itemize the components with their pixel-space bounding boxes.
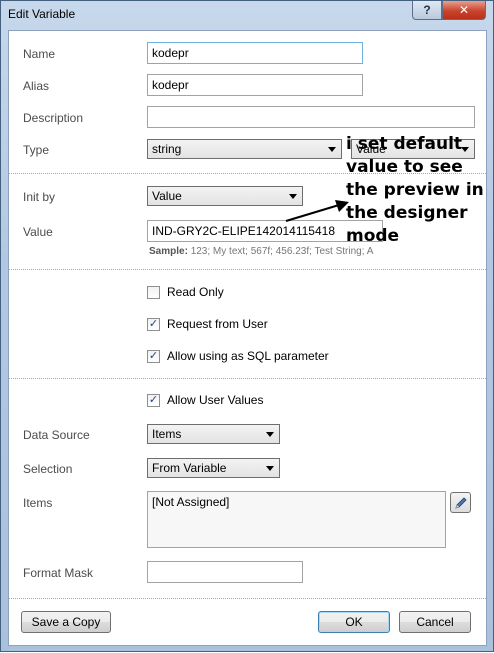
chevron-down-icon bbox=[266, 432, 274, 437]
chevron-down-icon bbox=[266, 466, 274, 471]
alias-input[interactable]: kodepr bbox=[147, 74, 363, 96]
dialog-body: Name kodepr Alias kodepr Description Typ… bbox=[8, 30, 487, 646]
type-select-value: string bbox=[152, 142, 182, 156]
title-bar[interactable]: Edit Variable ? ✕ bbox=[1, 1, 494, 29]
alias-label: Alias bbox=[23, 79, 50, 93]
name-label: Name bbox=[23, 47, 56, 61]
format-mask-input[interactable] bbox=[147, 561, 303, 583]
read-only-checkbox[interactable]: Read Only bbox=[147, 284, 224, 300]
section-divider bbox=[9, 269, 486, 270]
data-source-select-value: Items bbox=[152, 427, 182, 441]
allow-user-values-checkbox[interactable]: ✓ Allow User Values bbox=[147, 392, 263, 408]
value-label: Value bbox=[23, 225, 53, 239]
data-source-label: Data Source bbox=[23, 428, 90, 442]
section-divider bbox=[9, 378, 486, 379]
init-by-select[interactable]: Value bbox=[147, 186, 303, 206]
section-divider bbox=[9, 598, 486, 599]
checkbox-box[interactable] bbox=[147, 285, 160, 299]
sample-label: Sample: bbox=[149, 246, 188, 257]
request-from-user-label: Request from User bbox=[167, 317, 268, 331]
allow-sql-label: Allow using as SQL parameter bbox=[167, 349, 329, 363]
description-input[interactable] bbox=[147, 106, 475, 128]
checkmark-icon[interactable]: ✓ bbox=[147, 393, 160, 407]
selection-select-value: From Variable bbox=[152, 461, 227, 475]
name-input[interactable]: kodepr bbox=[147, 42, 363, 64]
pencil-icon bbox=[454, 496, 467, 509]
selection-label: Selection bbox=[23, 462, 73, 476]
help-button[interactable]: ? bbox=[412, 1, 442, 20]
items-label: Items bbox=[23, 496, 53, 510]
init-by-select-value: Value bbox=[152, 189, 182, 203]
checkmark-icon[interactable]: ✓ bbox=[147, 349, 160, 363]
type-select[interactable]: string bbox=[147, 139, 342, 159]
format-mask-label: Format Mask bbox=[23, 566, 94, 580]
read-only-label: Read Only bbox=[167, 285, 224, 299]
window-title: Edit Variable bbox=[8, 7, 76, 21]
annotation-note: i set default value to see the preview i… bbox=[346, 134, 484, 246]
selection-select[interactable]: From Variable bbox=[147, 458, 280, 478]
allow-sql-checkbox[interactable]: ✓ Allow using as SQL parameter bbox=[147, 348, 329, 364]
chevron-down-icon bbox=[289, 194, 297, 199]
cancel-button[interactable]: Cancel bbox=[399, 611, 471, 633]
edit-variable-window: Edit Variable ? ✕ Name kodepr Alias kode… bbox=[0, 0, 494, 652]
type-label: Type bbox=[23, 143, 50, 157]
data-source-select[interactable]: Items bbox=[147, 424, 280, 444]
checkmark-icon[interactable]: ✓ bbox=[147, 317, 160, 331]
request-from-user-checkbox[interactable]: ✓ Request from User bbox=[147, 316, 268, 332]
ok-button[interactable]: OK bbox=[318, 611, 390, 633]
init-by-label: Init by bbox=[23, 190, 56, 204]
description-label: Description bbox=[23, 111, 84, 125]
save-a-copy-button[interactable]: Save a Copy bbox=[21, 611, 111, 633]
sample-hint: Sample: 123; My text; 567f; 456.23f; Tes… bbox=[149, 246, 373, 257]
items-box[interactable]: [Not Assigned] bbox=[147, 491, 446, 548]
allow-user-values-label: Allow User Values bbox=[167, 393, 264, 407]
chevron-down-icon bbox=[328, 147, 336, 152]
close-button[interactable]: ✕ bbox=[442, 1, 486, 20]
edit-items-button[interactable] bbox=[450, 492, 471, 513]
